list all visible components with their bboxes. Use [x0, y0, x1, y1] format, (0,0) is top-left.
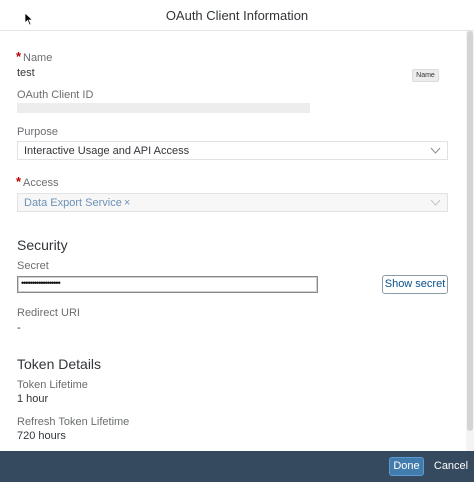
dialog-title: OAuth Client Information: [165, 8, 309, 23]
chevron-down-icon: [430, 199, 441, 206]
access-label: Access: [23, 177, 59, 189]
required-marker: *: [16, 174, 22, 189]
access-token[interactable]: Data Export Service ×: [24, 197, 130, 209]
name-value: test: [17, 67, 35, 79]
dialog-header: OAuth Client Information: [0, 0, 474, 31]
show-secret-button[interactable]: Show secret: [382, 275, 448, 294]
purpose-label: Purpose: [17, 126, 58, 138]
dialog-footer: Done Cancel: [0, 451, 474, 482]
redirect-uri-label: Redirect URI: [17, 307, 80, 319]
secret-input[interactable]: ••••••••••••••••••: [17, 276, 318, 293]
access-token-label: Data Export Service: [24, 197, 122, 209]
token-lifetime-label: Token Lifetime: [17, 379, 88, 391]
cancel-button[interactable]: Cancel: [432, 457, 470, 476]
token-remove-icon[interactable]: ×: [124, 197, 130, 209]
secret-masked-value: ••••••••••••••••••: [21, 278, 61, 288]
oauth-client-dialog: OAuth Client Information * Name test Nam…: [0, 0, 474, 482]
access-multiselect[interactable]: Data Export Service ×: [17, 193, 448, 212]
vertical-scrollbar[interactable]: [466, 31, 474, 451]
name-label: Name: [23, 52, 53, 64]
token-details-section-title: Token Details: [17, 356, 102, 372]
token-lifetime-value: 1 hour: [17, 393, 49, 405]
required-marker: *: [16, 49, 22, 64]
redirect-uri-value: -: [17, 322, 21, 334]
purpose-select[interactable]: Interactive Usage and API Access: [17, 141, 448, 160]
client-id-value-redacted: [17, 103, 310, 113]
refresh-token-lifetime-value: 720 hours: [17, 430, 66, 442]
dialog-body: * Name test Name OAuth Client ID Purpose…: [0, 31, 474, 451]
chevron-down-icon: [430, 147, 441, 154]
secret-label: Secret: [17, 260, 49, 272]
refresh-token-lifetime-label: Refresh Token Lifetime: [17, 416, 130, 428]
done-button[interactable]: Done: [389, 457, 424, 476]
client-id-label: OAuth Client ID: [17, 89, 94, 101]
name-tooltip: Name: [412, 69, 439, 82]
security-section-title: Security: [17, 237, 68, 253]
purpose-selected-value: Interactive Usage and API Access: [24, 145, 190, 157]
scrollbar-thumb[interactable]: [467, 31, 473, 431]
